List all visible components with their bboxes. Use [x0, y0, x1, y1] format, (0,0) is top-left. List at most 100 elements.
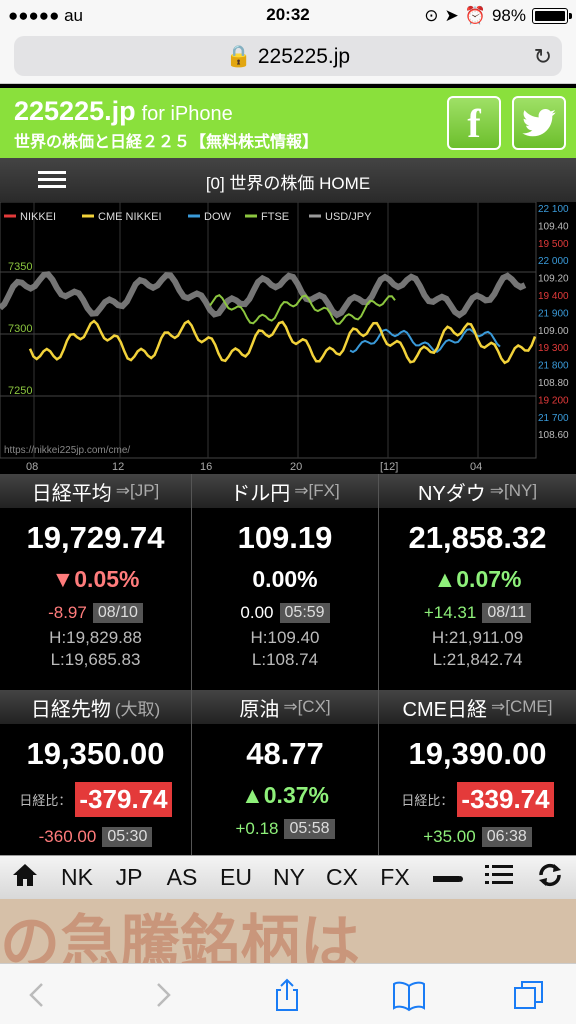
card-value: 21,858.32 — [408, 520, 547, 555]
card-low: L:19,685.83 — [50, 650, 141, 669]
chart-frame — [0, 202, 537, 459]
legend-label: NIKKEI — [20, 211, 56, 223]
twitter-button[interactable] — [512, 96, 566, 150]
index-cards-row-1: 日経平均 ⇒[JP] 19,729.74 ▼0.05% -8.97 08/10 H:… — [0, 474, 576, 690]
left-tick-label: 7350 — [8, 261, 32, 273]
card-percent: ▲0.07% — [433, 566, 522, 592]
card-title: ドル円 — [230, 482, 291, 505]
x-tick-label: 04 — [470, 461, 482, 473]
card-high: H:19,829.88 — [49, 628, 142, 647]
tabs-icon[interactable] — [512, 978, 546, 1012]
card-title: 原油 — [239, 698, 280, 721]
chart-source: https://nikkei225jp.com/cme/ — [4, 445, 130, 456]
tab-cx[interactable]: CX — [316, 864, 368, 891]
x-tick-label: 20 — [290, 461, 302, 473]
card-change: +35.00 — [423, 827, 476, 846]
right-tick-label: 21 800 — [538, 361, 569, 372]
card-cme-nikkei[interactable]: CME日経 ⇒[CME] 19,390.00 日経比： -339.74 +35.00… — [379, 690, 576, 855]
home-icon[interactable] — [0, 862, 50, 894]
market-tabs: NK JP AS EU NY CX FX — [0, 855, 576, 899]
card-nikkei-futures[interactable]: 日経先物 (大取) 19,350.00 日経比： -379.74 -360.00 05… — [0, 690, 192, 855]
card-usdjpy[interactable]: ドル円 ⇒[FX] 109.19 0.00% 0.00 05:59 H:109.40… — [192, 474, 379, 690]
card-value: 19,729.74 — [26, 520, 165, 555]
card-title: 日経平均 — [31, 482, 112, 505]
card-header: NYダウ ⇒[NY] — [379, 474, 576, 508]
list-icon[interactable] — [474, 864, 524, 892]
alarm-icon: ⏰ — [464, 6, 486, 25]
tab-nk[interactable]: NK — [50, 864, 104, 891]
card-change: +0.18 — [235, 819, 279, 838]
card-link[interactable]: ⇒[CME] — [491, 697, 552, 717]
ratio-value: -379.74 — [75, 782, 172, 817]
url: 225225.jp — [257, 45, 351, 68]
index-cards-row-2: 日経先物 (大取) 19,350.00 日経比： -379.74 -360.00 05… — [0, 690, 576, 855]
right-tick-label: 21 900 — [538, 308, 569, 319]
card-nydow[interactable]: NYダウ ⇒[NY] 21,858.32 ▲0.07% +14.31 08/11 H… — [379, 474, 576, 690]
url-text: 🔒 225225.jp — [14, 45, 562, 69]
browser-address-area: 🔒 225225.jp ↻ — [0, 32, 576, 84]
right-tick-label: 19 300 — [538, 343, 569, 354]
card-value: 19,390.00 — [408, 736, 547, 771]
site-title[interactable]: 225225.jp for iPhone — [14, 96, 233, 127]
card-value: 109.19 — [237, 520, 333, 555]
bookmarks-icon[interactable] — [392, 978, 426, 1012]
card-link[interactable]: ⇒[CX] — [283, 697, 330, 717]
card-link[interactable]: (大取) — [115, 695, 160, 720]
card-date: 05:58 — [284, 819, 335, 839]
status-right: ⊙ ➤ ⏰ 98% — [424, 6, 572, 26]
right-tick-label: 22 100 — [538, 204, 569, 215]
x-tick-label: 12 — [112, 461, 124, 473]
right-tick-label: 108.80 — [538, 378, 569, 389]
card-change: -8.97 — [48, 603, 87, 622]
nav-bar: [0] 世界の株価 HOME — [0, 158, 576, 202]
card-header: 日経平均 ⇒[JP] — [0, 474, 191, 508]
card-link[interactable]: ⇒[JP] — [116, 481, 160, 501]
share-icon[interactable] — [270, 978, 304, 1012]
card-link[interactable]: ⇒[NY] — [490, 481, 537, 501]
tab-eu[interactable]: EU — [210, 864, 262, 891]
card-crude-oil[interactable]: 原油 ⇒[CX] 48.77 ▲0.37% +0.18 05:58 — [192, 690, 379, 855]
card-date: 08/10 — [92, 603, 143, 623]
ruler-icon[interactable] — [422, 864, 474, 891]
nav-title: [0] 世界の株価 HOME — [205, 174, 371, 193]
card-date: 06:38 — [481, 827, 532, 847]
lock-icon: 🔒 — [225, 45, 253, 68]
legend-label: CME NIKKEI — [98, 211, 162, 223]
tab-jp[interactable]: JP — [104, 864, 154, 891]
battery-percent: 98% — [491, 6, 526, 25]
reload-icon[interactable]: ↻ — [534, 44, 552, 70]
ratio-label: 日経比： — [19, 793, 72, 808]
card-title: 日経先物 — [30, 698, 111, 721]
legend-label: USD/JPY — [325, 211, 372, 223]
facebook-button[interactable]: f — [447, 96, 501, 150]
card-value: 48.77 — [246, 736, 324, 771]
card-header: ドル円 ⇒[FX] — [192, 474, 378, 508]
back-icon[interactable] — [20, 978, 54, 1012]
card-high: H:21,911.09 — [431, 628, 524, 647]
card-header: CME日経 ⇒[CME] — [379, 690, 576, 724]
card-low: L:108.74 — [251, 650, 319, 669]
card-percent: ▲0.37% — [241, 782, 329, 808]
refresh-icon[interactable] — [524, 862, 576, 894]
card-low: L:21,842.74 — [432, 650, 523, 669]
x-tick-label: 16 — [200, 461, 212, 473]
tab-as[interactable]: AS — [154, 864, 210, 891]
ad-banner[interactable]: の急騰銘柄は — [0, 899, 576, 963]
card-title: NYダウ — [417, 482, 486, 505]
right-tick-label: 109.40 — [538, 221, 569, 232]
card-nikkei[interactable]: 日経平均 ⇒[JP] 19,729.74 ▼0.05% -8.97 08/10 H:… — [0, 474, 192, 690]
x-tick-label: 08 — [26, 461, 38, 473]
left-tick-label: 7250 — [8, 385, 32, 397]
forward-icon[interactable] — [146, 978, 180, 1012]
card-date: 08/11 — [482, 603, 532, 623]
site-subtitle: for iPhone — [141, 103, 233, 125]
tab-ny[interactable]: NY — [262, 864, 316, 891]
card-percent: ▼0.05% — [51, 566, 140, 592]
status-bar: ●●●●● au 20:32 ⊙ ➤ ⏰ 98% — [0, 0, 576, 32]
world-index-chart[interactable]: NIKKEI CME NIKKEI DOW FTSE USD/JPY 7350 7300 72… — [0, 202, 576, 474]
card-link[interactable]: ⇒[FX] — [294, 481, 339, 501]
site-header: 225225.jp for iPhone 世界の株価と日経２２５【無料株式情報】 … — [0, 88, 576, 158]
tab-fx[interactable]: FX — [368, 864, 422, 891]
twitter-icon — [522, 109, 556, 137]
address-bar[interactable]: 🔒 225225.jp ↻ — [14, 36, 562, 76]
